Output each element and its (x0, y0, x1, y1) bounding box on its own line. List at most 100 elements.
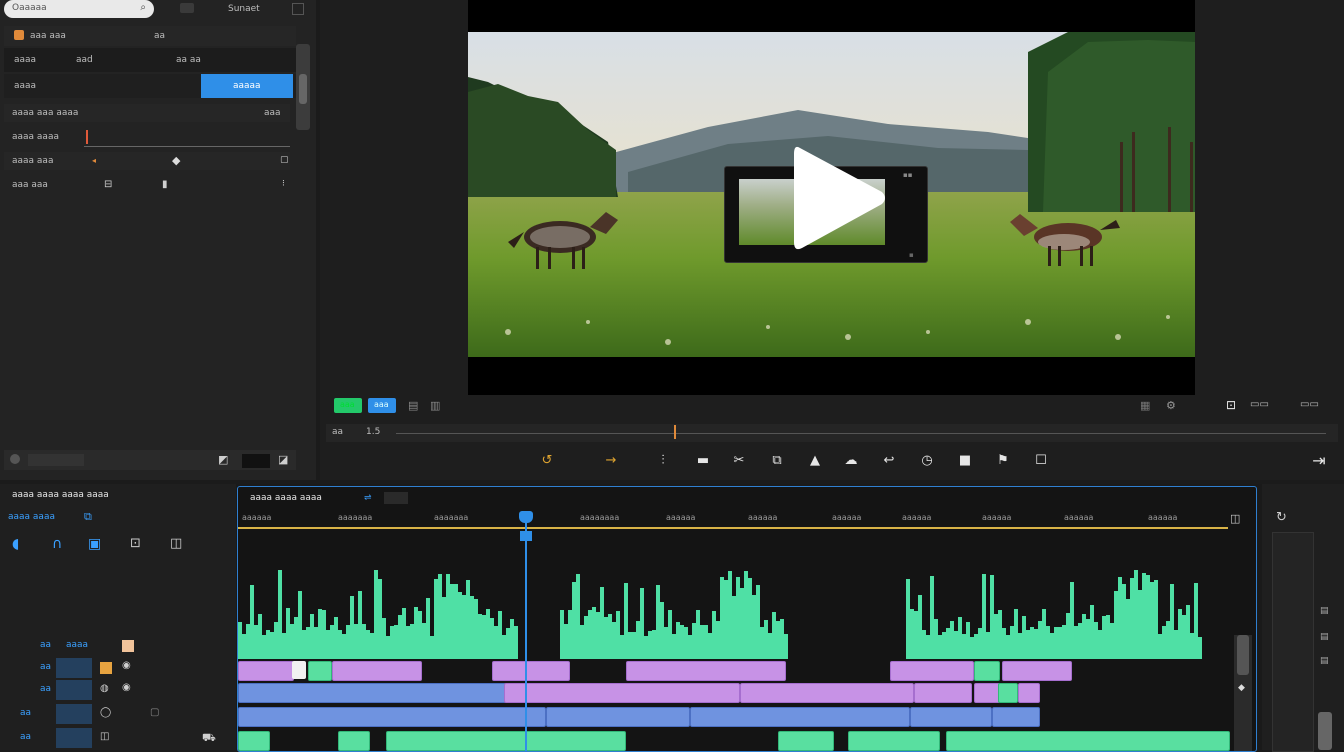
track-eye-icon[interactable]: ◉ (122, 660, 131, 671)
marker-icon[interactable]: ▲ (806, 452, 824, 470)
green-mode-button[interactable]: aaa (334, 398, 362, 413)
playhead-line[interactable] (525, 515, 527, 751)
bar-icon[interactable]: ▮ (162, 179, 168, 190)
reset-icon[interactable]: ▢ (280, 155, 289, 165)
blue-mode-button[interactable]: aaa (368, 398, 396, 413)
clip[interactable] (992, 707, 1040, 727)
clip[interactable] (626, 661, 786, 681)
cloud-icon[interactable]: ☁ (842, 452, 860, 470)
track-header-row[interactable]: aa ◍ ◉ (0, 680, 236, 700)
split-icon[interactable]: ⫶ (654, 452, 672, 470)
slider-track[interactable] (84, 146, 290, 147)
clip[interactable] (914, 683, 972, 703)
flag-icon[interactable]: ⚑ (994, 452, 1012, 470)
clip[interactable] (238, 661, 294, 681)
track-mute-icon[interactable]: ◯ (100, 707, 111, 718)
playhead-handle[interactable] (519, 511, 533, 523)
track-header-row[interactable]: aa ◫ ⛟ (0, 728, 236, 748)
track-header-row[interactable]: aa aaaa (0, 636, 236, 656)
track-lock-icon[interactable] (56, 680, 92, 700)
track-car-icon[interactable]: ⛟ (202, 731, 216, 746)
clip[interactable] (910, 707, 992, 727)
track-eye-icon[interactable]: ◉ (122, 682, 131, 693)
video-viewer[interactable]: ▪▪ ▪ (468, 0, 1195, 395)
prop-item[interactable]: aaaa aaaa (4, 128, 290, 147)
camera-icon[interactable]: ■ (956, 452, 974, 470)
undo-icon[interactable]: ↺ (538, 452, 556, 470)
clip[interactable] (890, 661, 974, 681)
header-icon-a[interactable] (180, 3, 194, 13)
clip[interactable] (338, 731, 370, 751)
prop-item[interactable]: aaaa aaa ◂ ◆ ▢ (4, 152, 290, 170)
track-color-icon[interactable] (122, 640, 134, 652)
layout-icon[interactable]: ▥ (430, 399, 440, 412)
track-color-icon[interactable] (100, 662, 112, 674)
caption-icon[interactable]: ▣ (88, 536, 101, 552)
clip[interactable] (778, 731, 834, 751)
clip[interactable] (504, 683, 740, 703)
clip[interactable] (974, 661, 1000, 681)
timeline-scrollbar[interactable]: ◆ (1234, 635, 1252, 751)
clip[interactable] (740, 683, 914, 703)
panel-toggle-icon[interactable]: ◫ (170, 536, 182, 551)
cut-icon[interactable]: ✂ (730, 452, 748, 470)
magnet-icon[interactable]: ∩ (52, 536, 62, 552)
slider-handle[interactable] (86, 130, 88, 144)
hook-icon[interactable]: ↩ (880, 452, 898, 470)
timeline-area[interactable]: aaaa aaaa aaaa ⇌ aaaaaa aaaaaaa aaaaaaa … (237, 486, 1257, 752)
track-lock-icon[interactable] (56, 704, 92, 724)
track-header-row[interactable]: aa ◯ ▢ (0, 704, 236, 724)
clip[interactable] (492, 661, 570, 681)
prop-item[interactable]: aaaa aaa aaaa aaa (4, 104, 290, 122)
search-input[interactable]: Oaaaaa ⌕ (4, 0, 154, 18)
prop-item[interactable]: aaa aaa ⊟ ▮ ⁝ (4, 176, 290, 194)
clip[interactable] (974, 683, 1000, 703)
track-clip-icon[interactable]: ◍ (100, 683, 109, 694)
work-area-bar[interactable] (238, 527, 1228, 529)
square-icon[interactable]: ☐ (1032, 452, 1050, 470)
clip[interactable] (546, 707, 690, 727)
clip[interactable] (848, 731, 940, 751)
playhead-marker[interactable] (520, 531, 532, 541)
image-icon[interactable]: ◩ (218, 453, 228, 466)
export-icon[interactable]: ◪ (278, 453, 288, 466)
clip[interactable] (946, 731, 1230, 751)
track-solo-icon[interactable]: ▢ (150, 707, 159, 718)
scrollbar-thumb[interactable] (299, 74, 307, 104)
side-slider[interactable] (1318, 712, 1332, 750)
track-lock-icon[interactable] (56, 728, 92, 748)
fullscreen-icon[interactable]: ⊡ (1226, 398, 1236, 412)
settings-icon[interactable]: ⚙ (1166, 399, 1176, 412)
clip[interactable] (1018, 683, 1040, 703)
clip-thumb[interactable] (292, 661, 306, 679)
speed-icon[interactable]: ◷ (918, 452, 936, 470)
clip[interactable] (238, 707, 546, 727)
track-lock-icon[interactable] (56, 658, 92, 678)
clip[interactable] (386, 731, 626, 751)
frame-icon[interactable]: ⊡ (130, 536, 141, 551)
refresh-icon[interactable]: ↻ (1276, 510, 1287, 525)
clip[interactable] (1002, 661, 1072, 681)
panel-scrollbar[interactable] (296, 44, 310, 130)
clip[interactable] (238, 683, 506, 703)
forward-icon[interactable]: → (602, 452, 620, 470)
pip-menu-icon[interactable]: ▪▪ (903, 171, 913, 179)
side-icon[interactable]: ▤ (1320, 632, 1329, 642)
safe-area-icon[interactable]: ▦ (1140, 399, 1150, 412)
grid-icon[interactable]: ▤ (408, 399, 418, 412)
clip[interactable] (238, 731, 270, 751)
header-icon-b[interactable] (292, 3, 304, 15)
copy-icon[interactable]: ⧉ (768, 452, 786, 470)
diamond-icon[interactable]: ◆ (172, 154, 180, 167)
header-tab-label[interactable]: Sunaet (228, 4, 260, 14)
clip[interactable] (308, 661, 332, 681)
more-icon[interactable]: ⁝ (282, 179, 285, 189)
apply-button[interactable]: aaaaa (201, 74, 293, 98)
play-icon[interactable] (790, 142, 890, 254)
time-ruler[interactable]: aaaaaa aaaaaaa aaaaaaa aaaaaaaa aaaaaa a… (238, 509, 1256, 531)
timeline-link-icon[interactable]: ⇌ (364, 493, 372, 503)
record-icon[interactable] (10, 454, 20, 464)
search-icon[interactable]: ⌕ (140, 2, 146, 13)
audio-icon[interactable]: ◖ (12, 536, 19, 552)
scrub-marker[interactable] (674, 425, 676, 439)
